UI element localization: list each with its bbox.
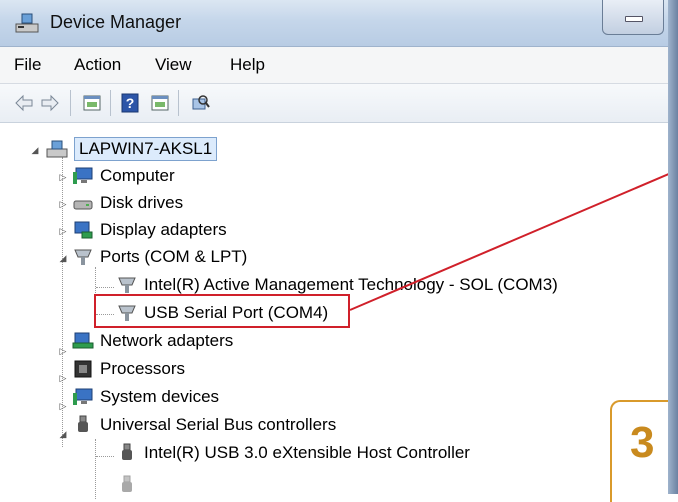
menu-help[interactable]: Help xyxy=(230,55,265,75)
show-hide-console-icon[interactable] xyxy=(150,93,170,113)
toolbar-separator xyxy=(178,90,179,116)
tree-item-intel-usb3-host-controller[interactable]: Intel(R) USB 3.0 eXtensible Host Control… xyxy=(116,440,470,466)
highlight-box xyxy=(94,294,350,328)
collapse-icon[interactable]: ◢ xyxy=(58,429,68,439)
tree-item-label: Disk drives xyxy=(100,193,184,212)
menu-file[interactable]: File xyxy=(14,55,41,75)
expand-icon[interactable]: ▷ xyxy=(58,346,68,356)
back-arrow-icon[interactable] xyxy=(14,93,34,113)
tree-item-network-adapters[interactable]: Network adapters xyxy=(72,328,233,354)
forward-arrow-icon[interactable] xyxy=(40,93,60,113)
tree-item-computer[interactable]: Computer xyxy=(72,163,175,189)
device-manager-icon xyxy=(15,13,39,33)
tree-item-display-adapters[interactable]: Display adapters xyxy=(72,217,227,243)
menu-bar: File Action View Help xyxy=(0,47,678,84)
tree-guide-line xyxy=(96,287,114,288)
tree-item-label: Intel(R) USB 3.0 eXtensible Host Control… xyxy=(144,443,470,462)
collapse-root-icon[interactable]: ◢ xyxy=(30,145,40,155)
tree-item-label: Computer xyxy=(100,166,175,185)
tree-item-label: Network adapters xyxy=(100,331,234,350)
usb-icon xyxy=(122,475,132,492)
tree-item-label: Processors xyxy=(100,359,186,378)
computer-icon xyxy=(73,167,93,184)
disk-drive-icon xyxy=(73,200,93,210)
expand-icon[interactable]: ▷ xyxy=(58,401,68,411)
tree-item-system-devices[interactable]: System devices xyxy=(72,384,219,410)
tree-item-label: Ports (COM & LPT) xyxy=(100,247,248,266)
collapse-icon[interactable]: ◢ xyxy=(58,253,68,263)
menu-action[interactable]: Action xyxy=(74,55,121,75)
properties-icon[interactable] xyxy=(82,93,102,113)
display-adapter-icon xyxy=(74,221,93,239)
toolbar-separator xyxy=(110,90,111,116)
menu-view[interactable]: View xyxy=(155,55,192,75)
usb-icon xyxy=(78,415,88,432)
tree-item-label: System devices xyxy=(100,387,220,406)
usb-icon xyxy=(122,443,132,460)
tree-item-label: Universal Serial Bus controllers xyxy=(100,415,337,434)
title-bar[interactable]: Device Manager xyxy=(0,0,678,47)
expand-icon[interactable]: ▷ xyxy=(58,373,68,383)
computer-network-icon xyxy=(46,140,68,158)
tree-root-label: LAPWIN7-AKSL1 xyxy=(74,137,218,161)
tree-item-processors[interactable]: Processors xyxy=(72,356,185,382)
tree-item-label: Display adapters xyxy=(100,220,227,239)
toolbar-separator xyxy=(70,90,71,116)
tree-item-disk-drives[interactable]: Disk drives xyxy=(72,190,183,216)
expand-icon[interactable]: ▷ xyxy=(58,226,68,236)
scan-hardware-icon[interactable] xyxy=(190,93,210,113)
toolbar: ? xyxy=(0,84,678,123)
help-icon[interactable]: ? xyxy=(120,93,140,113)
tree-item-partial xyxy=(116,472,144,498)
minimize-icon xyxy=(625,16,643,22)
tree-item-usb-controllers[interactable]: Universal Serial Bus controllers xyxy=(72,412,336,438)
expand-icon[interactable]: ▷ xyxy=(58,172,68,182)
system-devices-icon xyxy=(73,388,93,405)
tree-guide-line xyxy=(96,456,114,457)
expand-icon[interactable]: ▷ xyxy=(58,199,68,209)
window-title: Device Manager xyxy=(50,12,182,32)
window-frame-edge xyxy=(668,0,678,494)
network-adapter-icon xyxy=(72,332,94,349)
port-icon xyxy=(118,277,136,293)
processor-icon xyxy=(74,360,92,378)
device-manager-window: Device Manager File Action View Help ? ◢… xyxy=(0,0,678,502)
tree-item-ports[interactable]: Ports (COM & LPT) xyxy=(72,244,247,270)
tree-guide-line xyxy=(95,439,96,499)
tree-root[interactable]: LAPWIN7-AKSL1 xyxy=(46,136,218,162)
step-number: 3 xyxy=(630,418,655,467)
tree-item-label: Intel(R) Active Management Technology - … xyxy=(144,275,558,294)
svg-text:?: ? xyxy=(126,95,135,111)
minimize-button[interactable] xyxy=(602,0,664,35)
port-icon xyxy=(74,249,92,265)
